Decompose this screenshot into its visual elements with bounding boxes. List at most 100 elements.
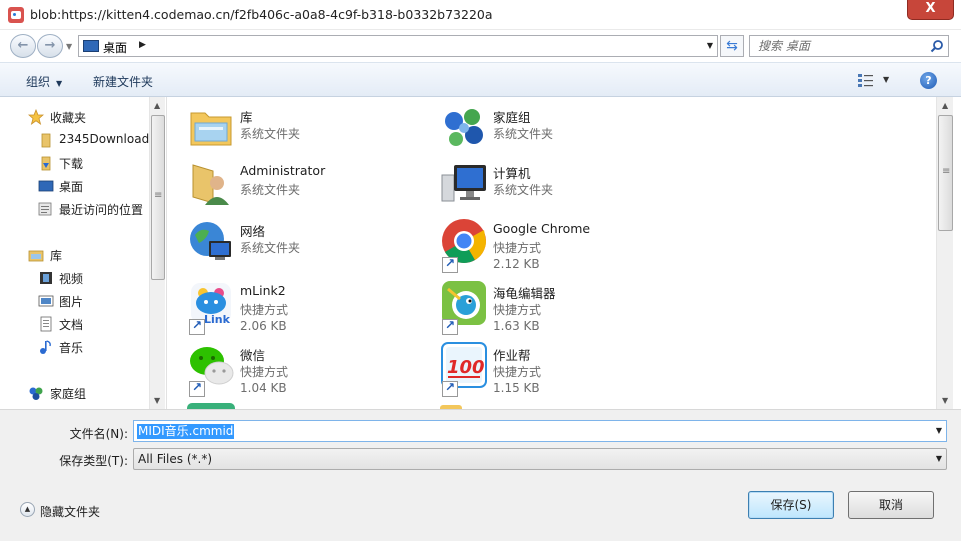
filename-input[interactable]: MIDI音乐.cmmid ▼ xyxy=(133,420,947,442)
file-name: 作业帮 xyxy=(493,348,531,363)
desktop-icon xyxy=(38,180,54,192)
sidebar-item-videos[interactable]: 视频 xyxy=(0,267,150,289)
sidebar-item-2345downloads[interactable]: 2345Downloads xyxy=(0,129,150,151)
scroll-up-icon[interactable]: ▲ xyxy=(942,101,948,110)
help-icon[interactable]: ? xyxy=(920,72,937,89)
address-dropdown-icon[interactable]: ▼ xyxy=(707,41,713,50)
file-item-google-chrome[interactable]: Google Chrome 快捷方式 2.12 KB xyxy=(440,217,690,273)
file-item-zuoyebang[interactable]: 100 作业帮 快捷方式 1.15 KB xyxy=(440,341,690,397)
file-name: Google Chrome xyxy=(493,221,591,236)
filename-label: 文件名(N): xyxy=(69,427,128,441)
library-folder-icon xyxy=(190,112,232,146)
download-folder-icon xyxy=(41,156,51,171)
shortcut-arrow-icon xyxy=(189,380,205,397)
file-size: 1.15 KB xyxy=(493,381,540,395)
file-type: 系统文件夹 xyxy=(493,183,554,197)
shortcut-arrow-icon xyxy=(442,318,458,335)
file-item-library[interactable]: 库 系统文件夹 xyxy=(187,103,437,159)
filename-dropdown-icon[interactable]: ▼ xyxy=(936,426,942,435)
sidebar-item-label: 桌面 xyxy=(59,180,84,194)
computer-icon xyxy=(441,165,486,202)
file-item-administrator[interactable]: Administrator 系统文件夹 xyxy=(187,159,437,215)
address-bar[interactable]: 桌面 ▶ ▼ xyxy=(78,35,718,57)
sidebar-item-label: 库 xyxy=(50,249,63,263)
sidebar-scrollbar[interactable]: ▲ ▼ xyxy=(149,97,165,409)
breadcrumb[interactable]: 桌面 xyxy=(103,39,127,56)
search-icon[interactable] xyxy=(930,39,944,53)
filetype-dropdown-icon[interactable]: ▼ xyxy=(936,454,942,463)
hide-folders-label: 隐藏文件夹 xyxy=(40,505,101,519)
svg-text:Link: Link xyxy=(204,313,231,326)
sidebar-item-documents[interactable]: 文档 xyxy=(0,313,150,335)
refresh-button[interactable]: ⇆ xyxy=(720,35,744,57)
sidebar-item-label: 音乐 xyxy=(59,341,84,355)
sidebar-item-recent-places[interactable]: 最近访问的位置 xyxy=(0,198,150,220)
file-name: 计算机 xyxy=(493,166,531,181)
user-folder-icon xyxy=(192,164,229,205)
scroll-down-icon[interactable]: ▼ xyxy=(154,396,160,405)
music-icon xyxy=(40,340,51,354)
view-dropdown-icon[interactable]: ▼ xyxy=(883,75,889,84)
view-options-icon[interactable] xyxy=(858,74,874,87)
sidebar-item-music[interactable]: 音乐 xyxy=(0,336,150,358)
sidebar-item-label: 收藏夹 xyxy=(50,111,87,125)
save-form: 文件名(N): MIDI音乐.cmmid ▼ 保存类型(T): All File… xyxy=(0,409,961,541)
organize-menu[interactable]: 组织 ▼ xyxy=(26,73,62,90)
sidebar-item-libraries[interactable]: 库 xyxy=(0,244,150,266)
cancel-button[interactable]: 取消 xyxy=(848,491,934,519)
navigation-pane: 收藏夹 2345Downloads 下载 桌面 最近访问的位置 库 视频 图片 … xyxy=(0,97,166,409)
collapse-up-icon[interactable]: ▲ xyxy=(20,502,35,517)
forward-button[interactable]: → xyxy=(37,34,63,58)
file-list: 库 系统文件夹 家庭组 系统文件夹 Administrator 系统文件夹 计算… xyxy=(167,97,961,409)
file-name: Administrator xyxy=(240,163,326,178)
filetype-select[interactable]: All Files (*.*) ▼ xyxy=(133,448,947,470)
filename-value[interactable]: MIDI音乐.cmmid xyxy=(137,424,235,439)
shortcut-arrow-icon xyxy=(442,256,458,273)
navigation-bar: ← → ▼ 桌面 ▶ ▼ ⇆ xyxy=(0,30,961,61)
filetype-label: 保存类型(T): xyxy=(59,454,128,468)
close-button[interactable]: X xyxy=(907,0,954,20)
file-name: 微信 xyxy=(240,348,266,363)
command-bar: 组织 ▼ 新建文件夹 ▼ ? xyxy=(0,62,961,97)
file-item-mlink2[interactable]: Link mLink2 快捷方式 2.06 KB xyxy=(187,279,437,335)
video-icon xyxy=(40,272,52,284)
scroll-up-icon[interactable]: ▲ xyxy=(154,101,160,110)
homegroup-icon xyxy=(445,109,483,146)
app-icon xyxy=(8,7,24,23)
sidebar-scroll-thumb[interactable] xyxy=(151,115,165,280)
file-name: 家庭组 xyxy=(493,110,531,125)
scroll-down-icon[interactable]: ▼ xyxy=(942,396,948,405)
search-input[interactable] xyxy=(750,36,926,56)
file-list-scrollbar[interactable]: ▲ ▼ xyxy=(936,97,953,409)
back-button[interactable]: ← xyxy=(10,34,36,58)
file-type: 系统文件夹 xyxy=(240,241,301,255)
file-item-homegroup[interactable]: 家庭组 系统文件夹 xyxy=(440,103,690,159)
file-item-turtle-editor[interactable]: 海龟编辑器 快捷方式 1.63 KB xyxy=(440,279,690,335)
sidebar-item-downloads[interactable]: 下载 xyxy=(0,152,150,174)
sidebar-item-label: 2345Downloads xyxy=(59,132,150,146)
sidebar-item-label: 图片 xyxy=(59,295,84,309)
homegroup-icon xyxy=(29,387,43,400)
shortcut-arrow-icon xyxy=(442,380,458,397)
search-box[interactable] xyxy=(749,35,949,57)
sidebar-item-pictures[interactable]: 图片 xyxy=(0,290,150,312)
new-folder-button[interactable]: 新建文件夹 xyxy=(93,73,153,90)
file-name: 海龟编辑器 xyxy=(493,286,556,301)
sidebar-item-label: 家庭组 xyxy=(50,387,87,401)
file-item-network[interactable]: 网络 系统文件夹 xyxy=(187,217,437,273)
file-type: 快捷方式 xyxy=(240,303,289,317)
sidebar-item-homegroup[interactable]: 家庭组 xyxy=(0,382,150,404)
file-type: 系统文件夹 xyxy=(240,183,301,197)
file-item-wechat[interactable]: 微信 快捷方式 1.04 KB xyxy=(187,341,437,397)
file-list-scroll-thumb[interactable] xyxy=(938,115,953,231)
file-size: 1.63 KB xyxy=(493,319,540,333)
file-type: 快捷方式 xyxy=(493,303,542,317)
breadcrumb-chevron-icon[interactable]: ▶ xyxy=(139,40,146,50)
recent-pages-dropdown[interactable]: ▼ xyxy=(66,42,72,51)
desktop-icon xyxy=(83,40,99,52)
sidebar-item-favorites[interactable]: 收藏夹 xyxy=(0,106,150,128)
file-type: 快捷方式 xyxy=(493,241,542,255)
sidebar-item-desktop[interactable]: 桌面 xyxy=(0,175,150,197)
save-button[interactable]: 保存(S) xyxy=(748,491,834,519)
file-item-computer[interactable]: 计算机 系统文件夹 xyxy=(440,159,690,215)
